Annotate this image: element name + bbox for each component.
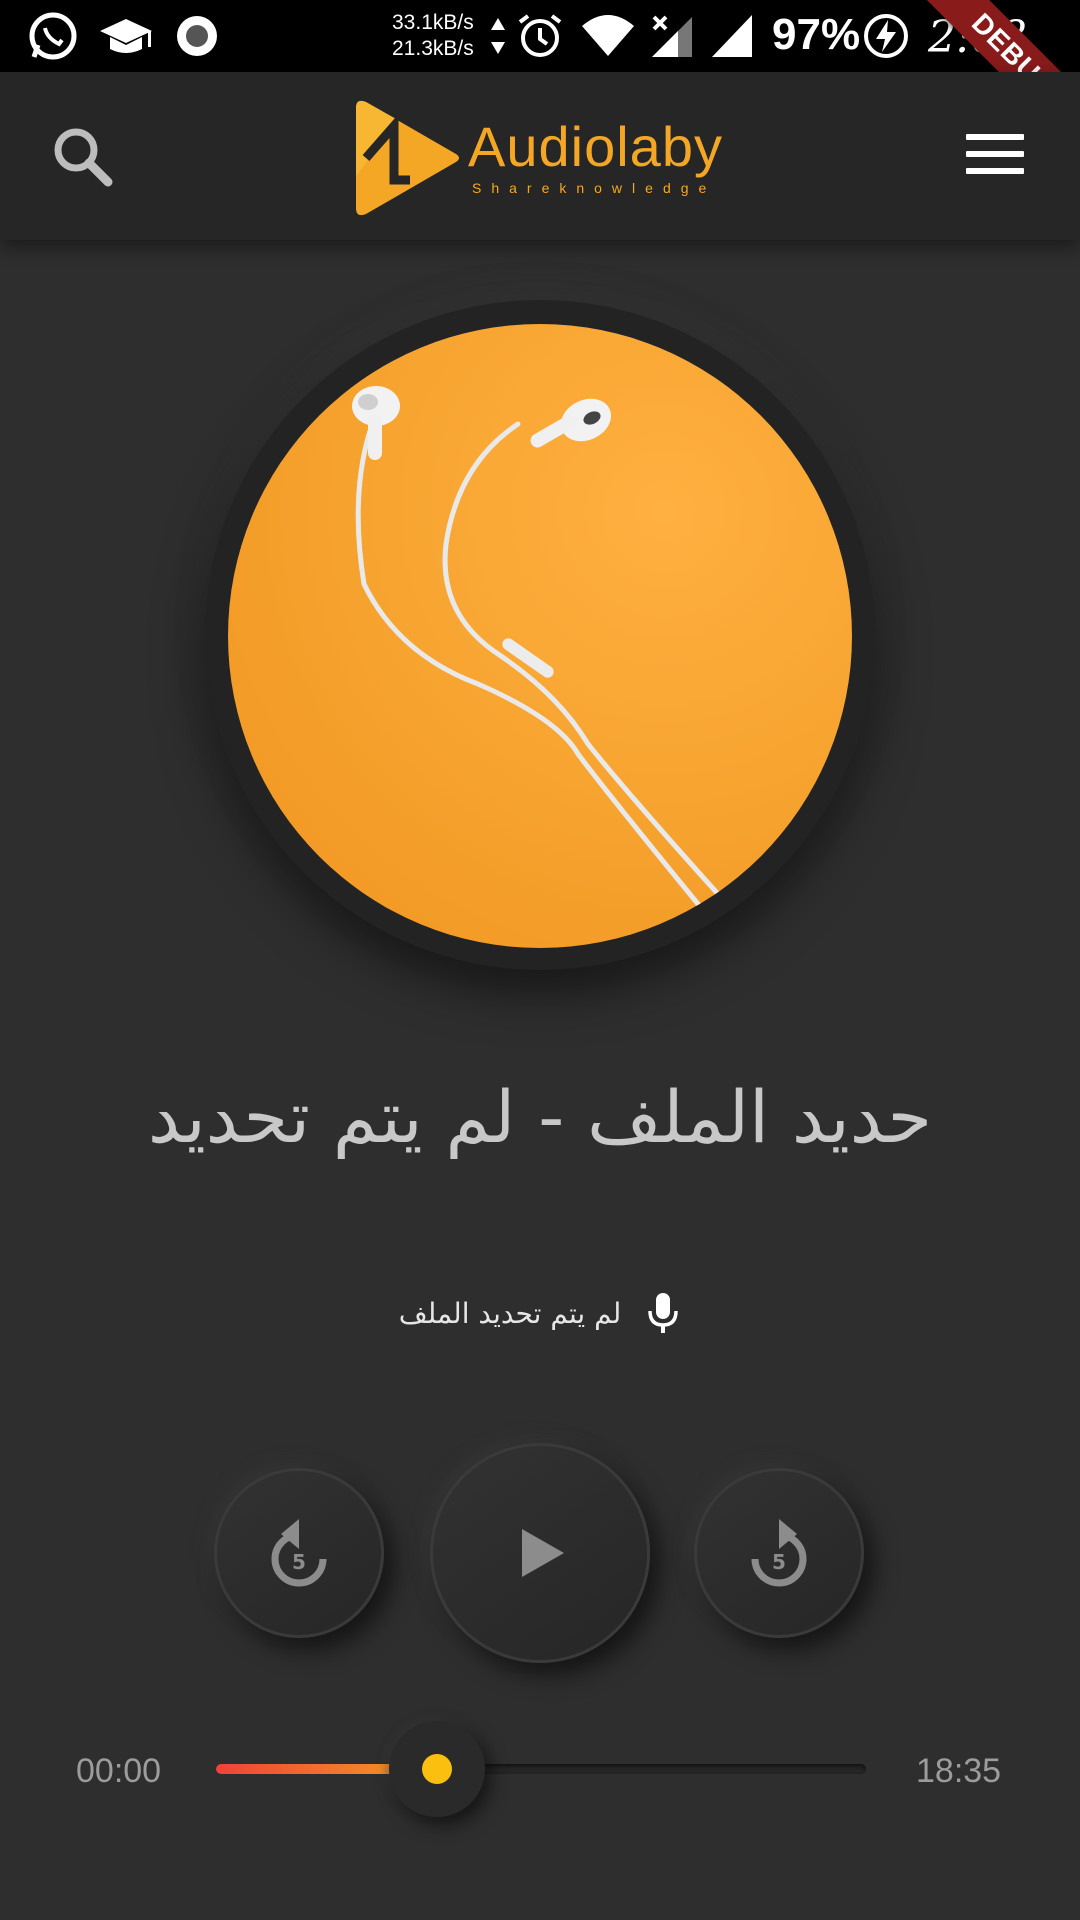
artist-row: لم يتم تحديد الملف <box>0 1288 1080 1338</box>
app-logo: Audiolaby Shareknowledge <box>352 96 732 218</box>
rewind-seconds: 5 <box>292 1550 306 1574</box>
search-icon <box>54 128 113 187</box>
upload-speed: 33.1kB/s <box>392 11 474 34</box>
signal-icon <box>710 0 754 72</box>
track-title: حديد الملف - لم يتم تحديد <box>147 1075 933 1159</box>
network-speed: 33.1kB/s 21.3kB/s <box>392 10 474 62</box>
artist-name: لم يتم تحديد الملف <box>398 1296 622 1330</box>
elapsed-time: 00:00 <box>76 1752 162 1790</box>
charging-icon <box>862 0 910 72</box>
battery-percent: 97% <box>772 10 861 59</box>
menu-icon <box>966 134 1024 174</box>
logo-tagline: Shareknowledge <box>472 180 717 196</box>
record-icon <box>174 0 220 72</box>
status-bar: 33.1kB/s 21.3kB/s 97% 2:08 AM DEBUG <box>0 0 1080 164</box>
logo-text: Audiolaby <box>468 115 723 178</box>
speed-arrows-icon <box>490 16 506 61</box>
seek-thumb-dot <box>422 1754 452 1784</box>
forward-seconds: 5 <box>772 1550 786 1574</box>
wifi-icon <box>580 0 636 72</box>
menu-button[interactable] <box>966 134 1024 180</box>
logo-icon <box>356 100 459 216</box>
forward-5-icon: 5 <box>751 1519 807 1587</box>
whatsapp-icon <box>26 0 80 72</box>
forward-5-button[interactable]: 5 <box>694 1468 864 1638</box>
download-speed: 21.3kB/s <box>392 37 474 60</box>
alarm-icon <box>516 0 564 72</box>
no-signal-icon <box>650 0 696 72</box>
seek-bar[interactable] <box>216 1721 866 1817</box>
play-button[interactable] <box>430 1443 650 1663</box>
microphone-icon <box>648 1293 679 1333</box>
earphones-image <box>352 386 721 907</box>
seek-thumb[interactable] <box>389 1721 485 1817</box>
search-button[interactable] <box>50 124 116 190</box>
rewind-5-button[interactable]: 5 <box>214 1468 384 1638</box>
total-time: 18:35 <box>916 1752 1002 1790</box>
graduation-cap-icon <box>98 0 154 72</box>
replay-5-icon: 5 <box>271 1519 327 1587</box>
app-bar: Audiolaby Shareknowledge <box>0 72 1080 240</box>
play-icon <box>522 1529 564 1577</box>
album-art <box>228 324 852 948</box>
